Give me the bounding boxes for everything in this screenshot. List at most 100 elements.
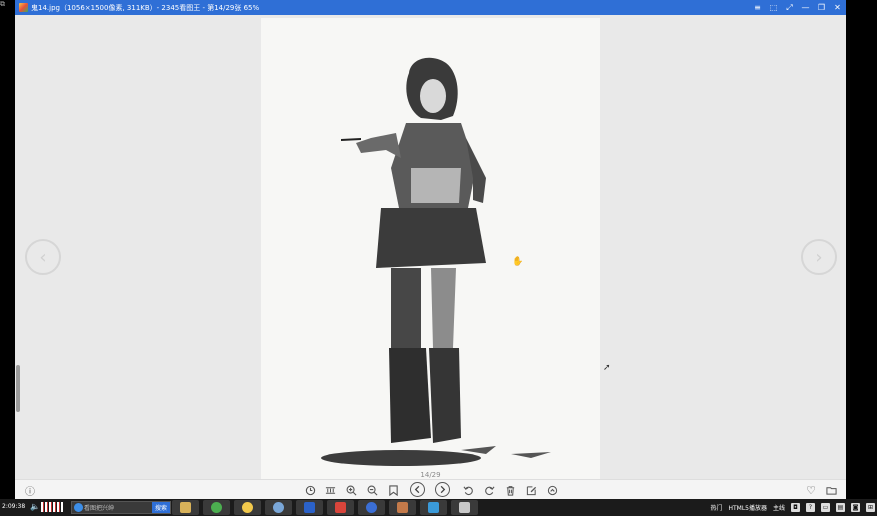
folder-icon [825, 486, 837, 495]
taskbar-app-10[interactable] [451, 500, 478, 515]
image-viewer-window: 鬼14.jpg（1056×1500像素, 311KB）- 2345看图王 - 第… [15, 0, 846, 499]
taskbar-app-1[interactable] [172, 500, 199, 515]
info-button[interactable]: ⓘ [23, 483, 37, 498]
mouse-pointer-icon: ➚ [603, 363, 611, 373]
image-canvas[interactable]: 14/29 [261, 18, 600, 479]
info-icon: ⓘ [25, 486, 35, 498]
face [420, 79, 446, 113]
cigarette [341, 138, 361, 141]
taskbar-app-5[interactable] [296, 500, 323, 515]
zoom-in-button[interactable] [344, 483, 358, 497]
chrome-icon [242, 502, 253, 513]
taskbar-app-6[interactable] [327, 500, 354, 515]
close-button[interactable]: ✕ [833, 3, 842, 12]
hand-cursor-icon: ✋ [512, 257, 524, 267]
page-counter: 14/29 [420, 471, 441, 479]
chevron-right-icon [440, 485, 446, 494]
network-icon [273, 502, 284, 513]
ground-shadow [321, 450, 481, 466]
actual-size-button[interactable] [323, 483, 337, 497]
arm-left [356, 133, 401, 158]
boot-right [429, 348, 461, 443]
taskbar-app-8[interactable] [389, 500, 416, 515]
tray-bag-icon[interactable]: ◙ [851, 503, 860, 512]
leg-right [431, 268, 456, 348]
level-meter-icon [41, 502, 63, 512]
timer-icon [305, 485, 315, 495]
tray-message-icon[interactable]: ▤ [836, 503, 845, 512]
chevron-left-icon [414, 485, 420, 494]
app-logo-icon [19, 3, 28, 12]
rotate-right-icon [484, 485, 495, 495]
open-folder-button[interactable] [824, 483, 838, 497]
zoom-out-icon [367, 485, 377, 495]
title-bar: 鬼14.jpg（1056×1500像素, 311KB）- 2345看图王 - 第… [15, 0, 846, 15]
skirt [376, 208, 486, 268]
system-tray: 热门 HTML5播放器 主线 ◘ ? ▭ ▤ ◙ ⊞ [710, 501, 875, 514]
leg-left [391, 268, 421, 348]
restore-button[interactable]: ❐ [817, 3, 826, 12]
trash-icon [506, 485, 514, 496]
next-image-button[interactable]: › [801, 239, 837, 275]
explorer-icon [180, 502, 191, 513]
next-toolbar-button[interactable] [435, 482, 450, 497]
tray-mainline[interactable]: 主线 [773, 503, 785, 512]
delete-button[interactable] [503, 483, 517, 497]
tray-shield-icon[interactable]: ◘ [791, 503, 800, 512]
taskbar-app-3[interactable] [234, 500, 261, 515]
taskbar-search[interactable]: 看图把兴绅 搜索 [71, 501, 171, 514]
tray-html5-player[interactable]: HTML5播放器 [728, 503, 767, 512]
chevron-up-circle-icon [547, 485, 557, 495]
corner-logo: ⧉ [0, 0, 5, 8]
fit-window-button[interactable] [386, 483, 400, 497]
browser-icon [211, 502, 222, 513]
tray-grid-icon[interactable]: ⊞ [866, 503, 875, 512]
viewer-icon [428, 502, 439, 513]
tray-help-icon[interactable]: ? [806, 503, 815, 512]
window-title: 鬼14.jpg（1056×1500像素, 311KB）- 2345看图王 - 第… [31, 3, 260, 12]
taskbar-app-9[interactable] [420, 500, 447, 515]
bookmark-icon [388, 484, 398, 496]
rotate-left-button[interactable] [461, 483, 475, 497]
previous-toolbar-button[interactable] [410, 482, 425, 497]
zoom-out-button[interactable] [365, 483, 379, 497]
search-button[interactable]: 搜索 [152, 502, 170, 513]
character-illustration [321, 57, 551, 466]
taskbar-app-7[interactable] [358, 500, 385, 515]
taskbar-clock: 2:09:38 [2, 503, 26, 510]
rotate-view-button[interactable] [303, 483, 317, 497]
media-icon [397, 502, 408, 513]
screen: ⧉ 鬼14.jpg（1056×1500像素, 311KB）- 2345看图王 -… [0, 0, 877, 516]
rotate-right-button[interactable] [482, 483, 496, 497]
search-text: 看图把兴绅 [84, 505, 115, 512]
volume-icon[interactable]: 🔈 [30, 502, 40, 511]
fullscreen-button[interactable]: ⤢ [785, 3, 794, 13]
actual-size-icon [325, 486, 335, 494]
red-app-icon [335, 502, 346, 513]
wps-icon [366, 502, 377, 513]
favorite-button[interactable]: ♡ [804, 483, 818, 497]
heart-icon: ♡ [806, 483, 816, 497]
ie-icon [74, 503, 83, 512]
image-stage[interactable]: 14/29 ‹ › ✋ ➚ [15, 15, 846, 479]
tray-display-icon[interactable]: ▭ [821, 503, 830, 512]
zoom-in-icon [346, 485, 356, 495]
menu-button[interactable]: ≡ [753, 3, 762, 12]
side-handle[interactable] [16, 365, 20, 412]
edit-icon [526, 485, 536, 495]
minimize-button[interactable]: — [801, 3, 810, 12]
gallery-icon [459, 502, 470, 513]
taskbar-app-4[interactable] [265, 500, 292, 515]
photoshop-icon [304, 502, 315, 513]
taskbar-app-2[interactable] [203, 500, 230, 515]
checker-belly [411, 168, 461, 203]
taskbar: 2:09:38 🔈 看图把兴绅 搜索 热门 HTML5播放器 主线 ◘ ? ▭ … [0, 499, 877, 516]
edit-button[interactable] [524, 483, 538, 497]
window-controls: ≡ ⬚ ⤢ — ❐ ✕ [753, 0, 842, 15]
boot-left [389, 348, 431, 443]
previous-image-button[interactable]: ‹ [25, 239, 61, 275]
rotate-left-icon [462, 485, 473, 495]
more-button[interactable] [545, 483, 559, 497]
tray-hot[interactable]: 热门 [710, 503, 722, 512]
skin-button[interactable]: ⬚ [769, 3, 778, 12]
